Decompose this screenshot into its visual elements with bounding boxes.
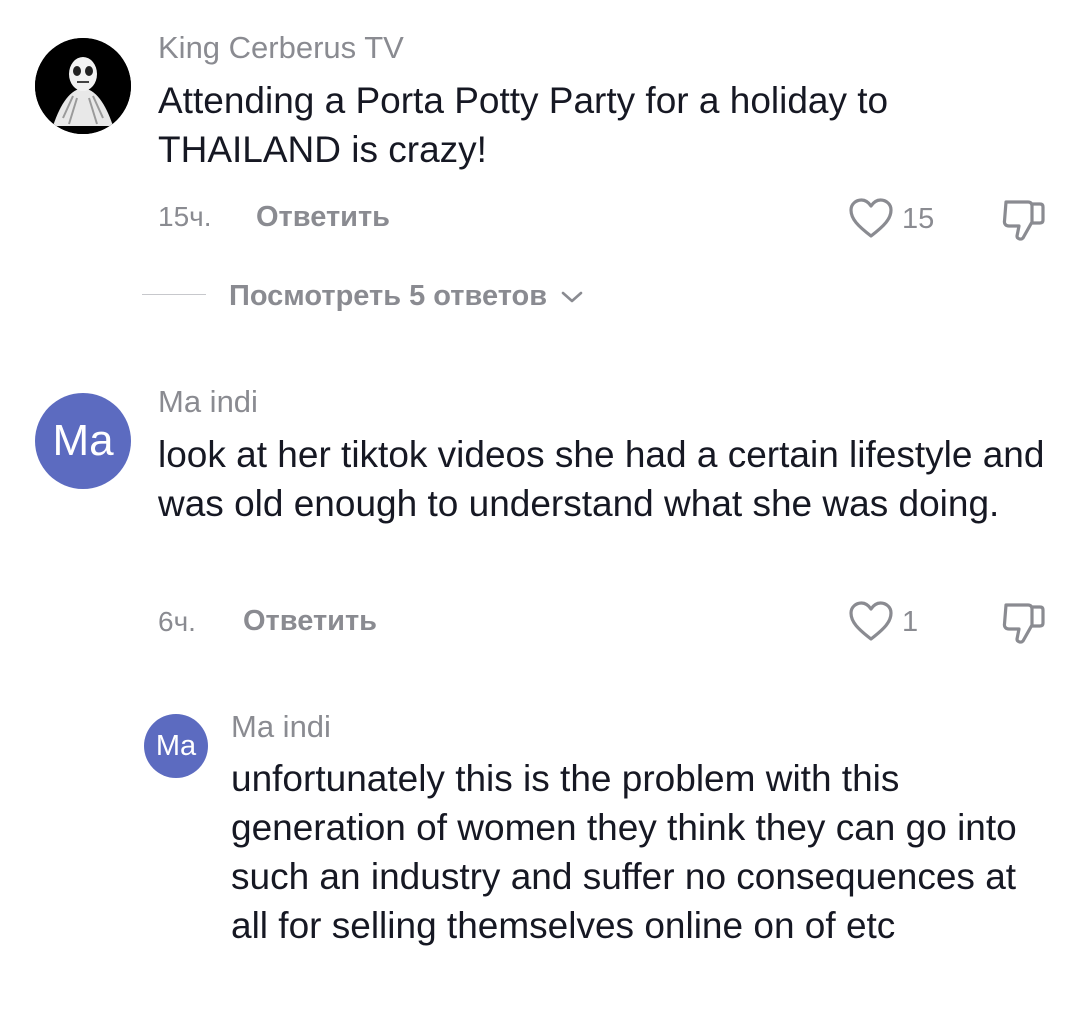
comment-timestamp: 6ч.	[158, 606, 196, 637]
avatar-image	[35, 38, 131, 134]
comment-text: look at her tiktok videos she had a cert…	[158, 434, 1045, 524]
avatar-ma-indi[interactable]: Ma	[35, 393, 131, 489]
heart-outline-icon[interactable]	[848, 600, 894, 642]
chevron-down-icon	[561, 290, 583, 304]
avatar-ma-indi-reply[interactable]: Ma	[144, 714, 208, 778]
avatar-king-cerberus[interactable]	[35, 38, 131, 134]
comment-username[interactable]: Ma indi	[231, 708, 331, 746]
comment-timestamp: 15ч.	[158, 201, 212, 232]
like-count: 15	[902, 203, 935, 235]
heart-outline-icon[interactable]	[848, 197, 894, 239]
comment-text: unfortunately this is the problem with t…	[231, 758, 1017, 946]
comment-text: Attending a Porta Potty Party for a holi…	[158, 80, 889, 170]
view-replies-label: Посмотреть 5 ответов	[229, 280, 548, 312]
comment-username[interactable]: King Cerberus TV	[158, 29, 404, 67]
comment-username[interactable]: Ma indi	[158, 383, 258, 421]
reply-button[interactable]: Ответить	[256, 199, 390, 235]
like-count: 1	[902, 606, 919, 638]
view-replies-button[interactable]: Посмотреть 5 ответов	[229, 277, 583, 315]
dislike-icon[interactable]	[1000, 196, 1048, 244]
reply-button[interactable]: Ответить	[243, 603, 377, 639]
dislike-icon[interactable]	[1000, 599, 1048, 647]
replies-divider	[142, 294, 206, 295]
